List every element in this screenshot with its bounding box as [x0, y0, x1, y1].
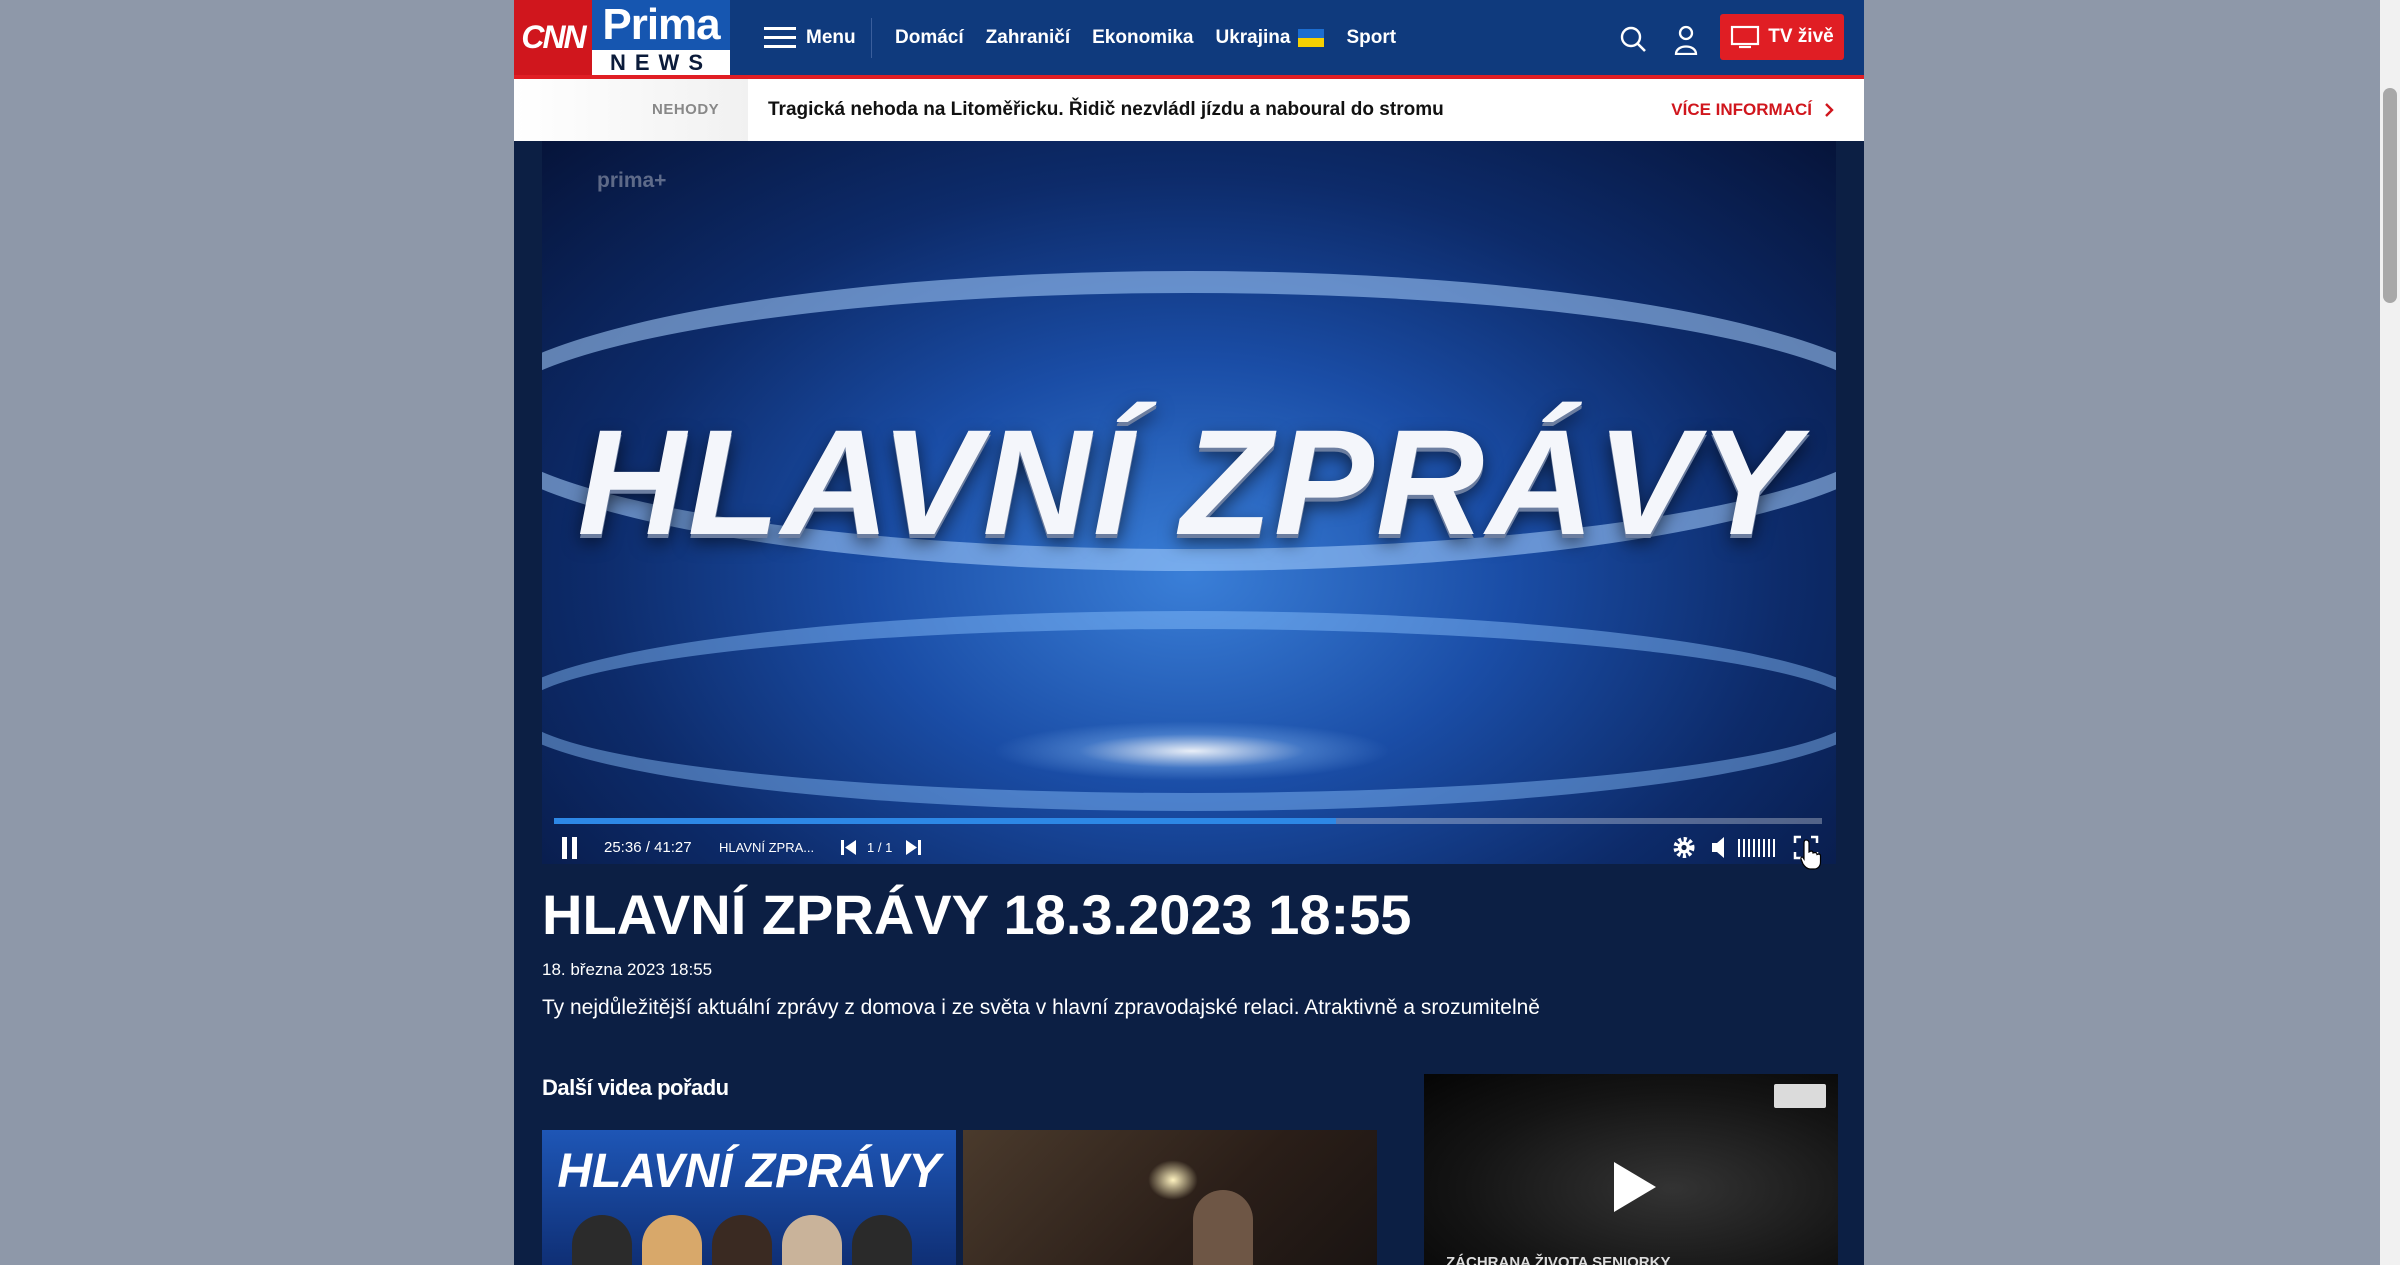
time-separator: /: [645, 839, 650, 856]
ukraine-flag-icon: [1298, 28, 1325, 47]
play-icon[interactable]: [1612, 1160, 1658, 1214]
time-current: 25:36: [604, 839, 642, 856]
video-title-art: HLAVNÍ ZPRÁVY: [577, 398, 1801, 566]
page-scrollbar[interactable]: [2380, 0, 2400, 1265]
related-video-thumbnail-1[interactable]: HLAVNÍ ZPRÁVY: [542, 1130, 956, 1265]
main-nav: Domácí Zahraničí Ekonomika Ukrajina Spor…: [895, 0, 1396, 75]
prima-logo-text: Prima: [592, 0, 730, 50]
volume-slider[interactable]: [1738, 831, 1775, 864]
person-figure: [1193, 1190, 1253, 1265]
video-studio-ring-lower: [542, 611, 1836, 811]
video-progress-bar[interactable]: [554, 818, 1822, 824]
presenter-figure: [572, 1215, 632, 1265]
more-info-label: VÍCE INFORMACÍ: [1671, 100, 1812, 119]
cnn-logo[interactable]: CNN: [514, 0, 592, 75]
presenter-figure: [852, 1215, 912, 1265]
chevron-right-icon: [1825, 103, 1834, 117]
tv-live-button[interactable]: TV živě: [1720, 14, 1844, 60]
clip-title: HLAVNÍ ZPRA...: [719, 840, 815, 855]
settings-gear-icon[interactable]: [1670, 831, 1698, 864]
lamp-light: [1148, 1160, 1198, 1200]
menu-button[interactable]: Menu: [764, 0, 856, 75]
channel-badge: [1774, 1084, 1826, 1108]
video-time: 25:36 / 41:27: [604, 831, 692, 864]
playlist-count: 1 / 1: [867, 840, 893, 855]
presenter-figure: [642, 1215, 702, 1265]
nav-item-ekonomika[interactable]: Ekonomika: [1092, 27, 1193, 49]
mouse-cursor-icon: [1800, 839, 1822, 870]
nav-item-zahranici[interactable]: Zahraničí: [986, 27, 1070, 49]
side-video-player[interactable]: ZÁCHRANA ŽIVOTA SENIORKY: [1424, 1074, 1838, 1265]
search-icon[interactable]: [1620, 26, 1646, 52]
thumbnail-title-art: HLAVNÍ ZPRÁVY: [557, 1145, 941, 1198]
pause-icon[interactable]: [562, 831, 577, 864]
menu-label: Menu: [806, 26, 856, 48]
user-icon[interactable]: [1673, 25, 1699, 55]
prima-plus-watermark: prima+: [597, 169, 667, 192]
video-progress-fill: [554, 818, 1337, 824]
more-info-link[interactable]: VÍCE INFORMACÍ: [1671, 79, 1834, 141]
more-videos-heading: Další videa pořadu: [542, 1075, 729, 1100]
site-header: CNN Prima NEWS Menu Domácí Zahraničí Eko…: [514, 0, 1864, 79]
tv-icon: [1731, 25, 1760, 49]
article-title: HLAVNÍ ZPRÁVY 18.3.2023 18:55: [542, 883, 1412, 946]
previous-icon[interactable]: [840, 831, 858, 864]
page: CNN Prima NEWS Menu Domácí Zahraničí Eko…: [514, 0, 1864, 1265]
tv-live-label: TV živě: [1768, 26, 1834, 47]
side-video-caption: ZÁCHRANA ŽIVOTA SENIORKY: [1446, 1254, 1671, 1265]
nav-item-ukrajina[interactable]: Ukrajina: [1216, 27, 1325, 49]
article-date: 18. března 2023 18:55: [542, 960, 713, 979]
nav-item-sport[interactable]: Sport: [1346, 27, 1396, 49]
hamburger-icon: [764, 26, 796, 49]
nav-item-ukrajina-label: Ukrajina: [1215, 26, 1291, 48]
volume-icon[interactable]: [1710, 831, 1732, 864]
video-light-glow: [992, 721, 1392, 781]
nav-divider: [871, 18, 872, 58]
scrollbar-thumb[interactable]: [2383, 88, 2397, 303]
next-icon[interactable]: [904, 831, 922, 864]
presenter-figure: [782, 1215, 842, 1265]
article-description: Ty nejdůležitější aktuální zprávy z domo…: [542, 996, 1540, 1019]
time-total: 41:27: [654, 839, 692, 856]
presenter-figure: [712, 1215, 772, 1265]
breaking-headline[interactable]: Tragická nehoda na Litoměřicku. Řidič ne…: [768, 79, 1444, 141]
video-player[interactable]: prima+ HLAVNÍ ZPRÁVY 25:36 / 41:27 HLAVN…: [542, 141, 1836, 864]
breaking-label: NEHODY: [652, 101, 720, 118]
breaking-news-bar: NEHODY Tragická nehoda na Litoměřicku. Ř…: [514, 79, 1864, 141]
video-controls: 25:36 / 41:27 HLAVNÍ ZPRA... 1 / 1: [542, 831, 1836, 864]
nav-item-domaci[interactable]: Domácí: [895, 27, 964, 49]
prima-news-logo[interactable]: Prima NEWS: [592, 0, 730, 75]
news-logo-text: NEWS: [610, 50, 712, 75]
related-video-thumbnail-2[interactable]: [963, 1130, 1377, 1265]
